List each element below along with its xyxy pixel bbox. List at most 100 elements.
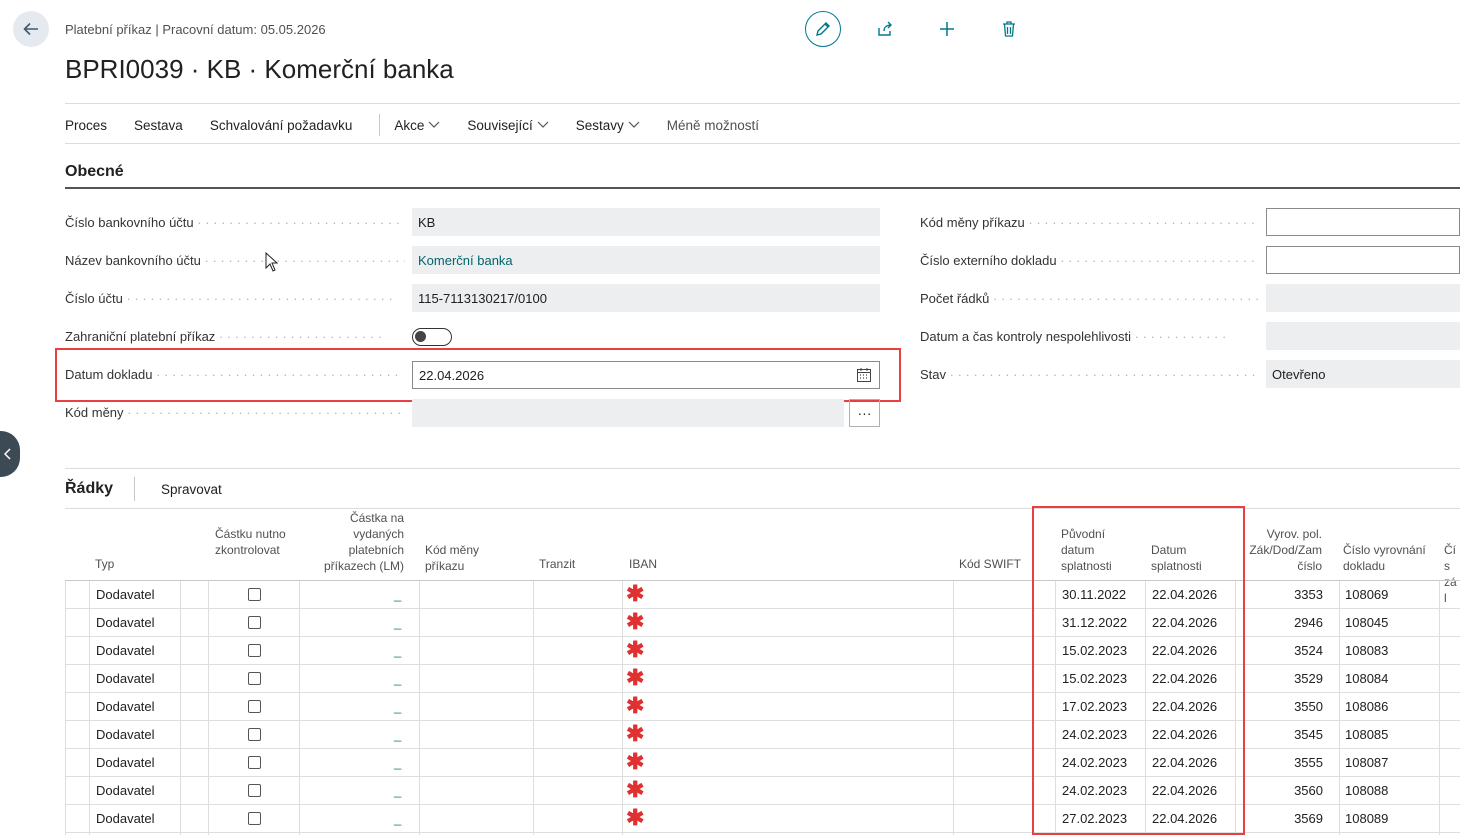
cell-castku-checkbox[interactable] — [248, 692, 262, 720]
cell-cislo-vyrovnani[interactable]: 108069 — [1345, 580, 1435, 608]
edit-button[interactable] — [805, 11, 841, 47]
order-currency-input[interactable] — [1266, 208, 1460, 236]
plus-icon — [940, 22, 954, 36]
checkbox[interactable] — [248, 727, 261, 741]
cell-castku-checkbox[interactable] — [248, 776, 262, 804]
menu-akce-label: Akce — [394, 117, 425, 133]
cell-cislo-vyrovnani[interactable]: 108088 — [1345, 776, 1435, 804]
checkbox[interactable] — [248, 671, 261, 685]
menu-sestava[interactable]: Sestava — [134, 118, 183, 133]
cell-cislo-vyrovnani[interactable]: 108086 — [1345, 692, 1435, 720]
cell-castku-checkbox[interactable] — [248, 636, 262, 664]
col-header-castka-lm[interactable]: Částka na vydaných platebních příkazech … — [318, 510, 404, 574]
cell-cislo-vyrovnani[interactable]: 108045 — [1345, 608, 1435, 636]
cell-typ[interactable]: Dodavatel — [96, 776, 180, 804]
cell-cislo-vyrovnani[interactable]: 108084 — [1345, 664, 1435, 692]
menu-akce[interactable]: Akce — [394, 118, 440, 133]
cell-cislo-vyrovnani[interactable]: 108085 — [1345, 720, 1435, 748]
checkbox[interactable] — [248, 699, 261, 713]
cell-castka-lm[interactable]: _ — [394, 636, 406, 664]
foreign-order-toggle[interactable] — [412, 328, 452, 346]
cell-typ[interactable]: Dodavatel — [96, 720, 180, 748]
cell-castku-checkbox[interactable] — [248, 664, 262, 692]
cell-cislo-vyrovnani[interactable]: 108087 — [1345, 748, 1435, 776]
cell-vyrov[interactable]: 3569 — [1245, 804, 1323, 832]
field-label-order-currency: Kód měny příkazu · · · · · · · · · · · ·… — [920, 215, 1260, 230]
grid-column-line — [953, 580, 954, 835]
cell-castku-checkbox[interactable] — [248, 720, 262, 748]
menu-souvisejici[interactable]: Související — [467, 117, 549, 133]
col-header-swift[interactable]: Kód SWIFT — [959, 556, 1021, 572]
cell-vyrov[interactable]: 3529 — [1245, 664, 1323, 692]
cell-castku-checkbox[interactable] — [248, 804, 262, 832]
bank-account-name-field[interactable]: Komerční banka — [412, 246, 880, 274]
col-header-cis-zal[interactable]: Čís zál — [1444, 542, 1460, 606]
menu-sestavy[interactable]: Sestavy — [576, 118, 640, 133]
cell-vyrov[interactable]: 3524 — [1245, 636, 1323, 664]
cell-castku-checkbox[interactable] — [248, 748, 262, 776]
cell-castka-lm[interactable]: _ — [394, 664, 406, 692]
table-top-border — [65, 508, 1460, 509]
col-header-cislo-vyr[interactable]: Číslo vyrovnání dokladu — [1343, 542, 1433, 574]
cell-vyrov[interactable]: 3555 — [1245, 748, 1323, 776]
col-header-typ[interactable]: Typ — [95, 556, 114, 572]
cell-typ[interactable]: Dodavatel — [96, 580, 180, 608]
action-bar — [805, 11, 1027, 47]
share-button[interactable] — [867, 11, 903, 47]
delete-button[interactable] — [991, 11, 1027, 47]
field-label-currency: Kód měny · · · · · · · · · · · · · · · ·… — [65, 405, 402, 420]
cell-cislo-vyrovnani[interactable]: 108089 — [1345, 804, 1435, 832]
bank-account-code-field[interactable]: KB — [412, 208, 880, 236]
menu-less-options[interactable]: Méně možností — [667, 118, 759, 133]
cell-castka-lm[interactable]: _ — [394, 608, 406, 636]
side-panel-toggle[interactable] — [0, 431, 20, 477]
cell-vyrov[interactable]: 2946 — [1245, 608, 1323, 636]
cell-cislo-vyrovnani[interactable]: 108083 — [1345, 636, 1435, 664]
checkbox[interactable] — [248, 811, 261, 825]
checkbox[interactable] — [248, 783, 261, 797]
checkbox[interactable] — [248, 615, 261, 629]
cell-typ[interactable]: Dodavatel — [96, 804, 180, 832]
document-date-input[interactable]: 22.04.2026 — [412, 361, 880, 389]
cell-castka-lm[interactable]: _ — [394, 720, 406, 748]
external-doc-input[interactable] — [1266, 246, 1460, 274]
cell-vyrov[interactable]: 3353 — [1245, 580, 1323, 608]
currency-code-field[interactable] — [412, 399, 844, 427]
checkbox[interactable] — [248, 755, 261, 769]
cell-castka-lm[interactable]: _ — [394, 804, 406, 832]
cell-castka-lm[interactable]: _ — [394, 692, 406, 720]
grid-column-line — [208, 580, 209, 835]
grid-column-line — [1339, 580, 1340, 835]
menu-proces[interactable]: Proces — [65, 118, 107, 133]
checkbox[interactable] — [248, 587, 261, 601]
cell-castka-lm[interactable]: _ — [394, 776, 406, 804]
cell-typ[interactable]: Dodavatel — [96, 608, 180, 636]
lookup-button[interactable]: ··· — [849, 399, 880, 427]
col-header-tranzit[interactable]: Tranzit — [539, 556, 575, 572]
cell-typ[interactable]: Dodavatel — [96, 664, 180, 692]
cell-vyrov[interactable]: 3550 — [1245, 692, 1323, 720]
back-button[interactable] — [13, 11, 49, 47]
cell-vyrov[interactable]: 3560 — [1245, 776, 1323, 804]
cell-typ[interactable]: Dodavatel — [96, 636, 180, 664]
account-number-field[interactable]: 115-7113130217/0100 — [412, 284, 880, 312]
col-header-iban[interactable]: IBAN — [629, 556, 657, 572]
checkbox[interactable] — [248, 643, 261, 657]
col-header-kod-meny[interactable]: Kód měny příkazu — [425, 542, 495, 574]
cell-vyrov[interactable]: 3545 — [1245, 720, 1323, 748]
manage-button[interactable]: Spravovat — [161, 482, 222, 497]
calendar-icon[interactable] — [856, 367, 872, 383]
menu-schvalovani[interactable]: Schvalování požadavku — [210, 118, 353, 133]
cell-typ[interactable]: Dodavatel — [96, 692, 180, 720]
cell-castku-checkbox[interactable] — [248, 580, 262, 608]
field-label-bank-name: Název bankovního účtu · · · · · · · · · … — [65, 253, 405, 268]
cell-castka-lm[interactable]: _ — [394, 748, 406, 776]
col-header-vyrov[interactable]: Vyrov. pol. Zák/Dod/Zam číslo — [1242, 526, 1322, 574]
cell-typ[interactable]: Dodavatel — [96, 748, 180, 776]
col-header-castku[interactable]: Částku nutno zkontrolovat — [215, 526, 295, 558]
cell-castka-lm[interactable]: _ — [394, 580, 406, 608]
menu-souvisejici-label: Související — [467, 117, 533, 133]
cell-castku-checkbox[interactable] — [248, 608, 262, 636]
toggle-knob — [415, 331, 426, 342]
new-button[interactable] — [929, 11, 965, 47]
